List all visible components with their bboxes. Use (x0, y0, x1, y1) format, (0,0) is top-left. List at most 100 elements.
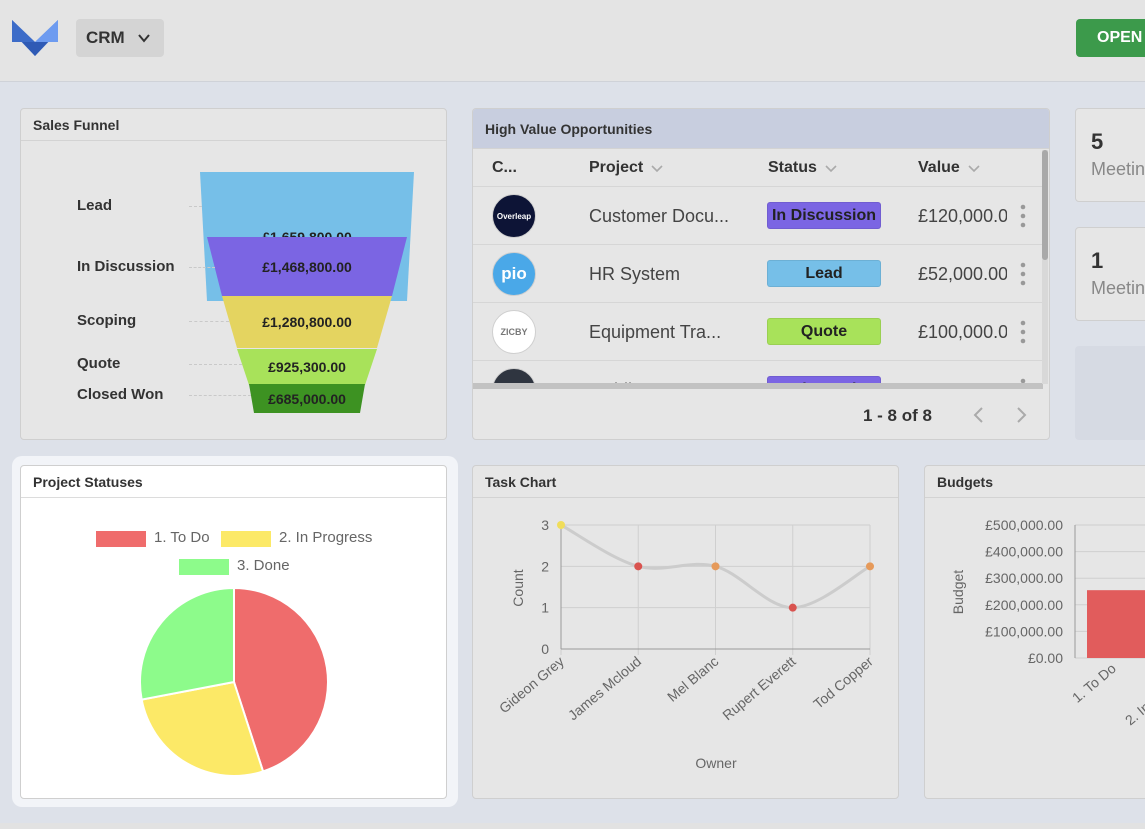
sort-chevron-icon (651, 165, 663, 173)
status-badge: In Discussion (767, 202, 881, 229)
status-badge: In Discussion (767, 376, 881, 383)
x-tick-label: Tod Copper (810, 653, 876, 712)
funnel-stage-label: In Discussion (77, 258, 175, 275)
app-logo-icon[interactable] (12, 18, 58, 58)
funnel-leader-line (189, 395, 251, 396)
company-logo-text: Overleap (496, 211, 532, 221)
y-tick-label: £300,000.00 (985, 570, 1063, 586)
project-statuses-pie-chart (139, 586, 329, 777)
y-tick-label: 3 (541, 517, 549, 533)
table-row[interactable]: Mobile AppIn Discussion£50,000.00 (473, 361, 1043, 383)
high-value-opportunities-card: High Value Opportunities C... Project St… (472, 108, 1050, 440)
column-header-status[interactable]: Status (768, 159, 837, 177)
task-line-chart: 0 1 2 3 Gideon GreyJames Mcloud Mel BlancRupe… (496, 517, 876, 771)
opportunity-value: £100,000.0 (918, 322, 1007, 342)
company-logo-text: pio (501, 264, 527, 283)
open-button[interactable]: OPEN (1076, 19, 1145, 57)
column-header-project[interactable]: Project (589, 159, 663, 177)
meetings-label: Meetings (1091, 159, 1145, 179)
funnel-stage[interactable]: £1,280,800.00 (222, 296, 392, 348)
y-tick-label: 2 (541, 558, 549, 574)
table-header: C... Project Status Value (473, 149, 1045, 187)
table-row[interactable]: pio HR System Lead £52,000.00 (473, 245, 1043, 303)
y-axis-label: Count (510, 569, 526, 606)
x-axis-label: Owner (695, 755, 737, 771)
funnel-stage-label: Lead (77, 197, 113, 214)
funnel-stage-label: Scoping (77, 312, 137, 329)
bottom-strip (0, 823, 1145, 829)
funnel-stage-label: Quote (77, 355, 121, 372)
dark-logo-icon (492, 368, 536, 383)
funnel-leader-line (189, 206, 202, 207)
y-tick-label: £100,000.00 (985, 623, 1063, 639)
task-chart-card: Task Chart 0 1 2 3 Gideon Grey James Mcloud Me… (472, 465, 899, 799)
opportunity-value: £120,000.0 (918, 206, 1007, 226)
project-name[interactable]: HR System (589, 264, 680, 285)
x-tick-label: James Mcloud (565, 653, 644, 723)
y-tick-label: £200,000.00 (985, 597, 1063, 613)
sales-funnel-card: Sales Funnel £1,659,800.00 Lead £1,468,800… (20, 108, 447, 440)
sort-chevron-icon (825, 165, 837, 173)
app-switcher-dropdown[interactable]: CRM (76, 19, 164, 57)
horizontal-scrollbar[interactable] (473, 383, 1043, 389)
overleap-logo-icon: Overleap (492, 194, 536, 238)
kebab-menu-icon[interactable] (1020, 262, 1026, 286)
kebab-menu-icon[interactable] (1020, 320, 1026, 344)
project-name[interactable]: Equipment Tra... (589, 322, 721, 343)
task-data-point[interactable] (634, 562, 643, 571)
zicby-logo-icon: ZICBY (492, 310, 536, 354)
funnel-stage[interactable]: £1,468,800.00 (207, 237, 407, 296)
funnel-stage[interactable]: £685,000.00 (249, 384, 365, 413)
x-tick-label: Mel Blanc (664, 653, 721, 705)
x-tick-label: 2. In Progress (1122, 660, 1145, 728)
budgets-card: Budgets £0.00 £100,000.00 £200,000.00 £300,… (924, 465, 1145, 799)
status-badge: Quote (767, 318, 881, 345)
pio-logo-icon: pio (492, 252, 536, 296)
column-header-value[interactable]: Value (918, 159, 980, 177)
funnel-leader-line (189, 267, 215, 268)
meetings-count: 5 (1091, 129, 1104, 154)
sort-chevron-icon (968, 165, 980, 173)
sales-funnel-title: Sales Funnel (21, 109, 446, 141)
app-name: CRM (86, 28, 125, 47)
pie-slice[interactable] (139, 586, 235, 701)
funnel-leader-line (189, 364, 242, 365)
meetings-card[interactable]: 5 Meetings (1075, 108, 1145, 202)
placeholder-card (1075, 346, 1145, 440)
project-statuses-card: Project Statuses 1. To Do 2. In Progress… (20, 465, 447, 799)
opportunity-value: £52,000.00 (918, 264, 1007, 284)
column-header-company[interactable]: C... (492, 159, 517, 177)
vertical-scrollbar-thumb[interactable] (1042, 150, 1048, 260)
funnel-leader-line (189, 321, 230, 322)
table-row[interactable]: ZICBY Equipment Tra... Quote £100,000.0 (473, 303, 1043, 361)
previous-page-icon[interactable] (971, 405, 987, 425)
opportunities-table-body: Overleap Customer Docu... In Discussion £12… (473, 187, 1043, 383)
funnel-stage[interactable]: £925,300.00 (237, 349, 377, 385)
y-tick-label: 0 (541, 641, 549, 657)
chevron-down-icon (137, 34, 150, 43)
budgets-bar-chart: £0.00 £100,000.00 £200,000.00 £300,000.00 £4… (950, 517, 1145, 728)
y-tick-label: £0.00 (1028, 650, 1063, 666)
high-value-title: High Value Opportunities (473, 109, 1049, 149)
pager-text: 1 - 8 of 8 (863, 406, 932, 425)
task-data-point[interactable] (788, 603, 797, 612)
top-bar: CRM OPEN (0, 0, 1145, 82)
table-row[interactable]: Overleap Customer Docu... In Discussion £12… (473, 187, 1043, 245)
company-logo-text: ZICBY (500, 327, 528, 337)
y-tick-label: 1 (541, 600, 549, 616)
next-page-icon[interactable] (1013, 405, 1029, 425)
x-tick-label: 1. To Do (1069, 660, 1119, 706)
meetings-card[interactable]: 1 Meetings (1075, 227, 1145, 321)
y-tick-label: £400,000.00 (985, 544, 1063, 560)
y-axis-label: Budget (950, 570, 966, 614)
kebab-menu-icon[interactable] (1020, 204, 1026, 228)
task-data-point[interactable] (557, 521, 565, 529)
y-tick-label: £500,000.00 (985, 517, 1063, 533)
funnel-stage-label: Closed Won (77, 386, 164, 403)
task-data-point[interactable] (866, 562, 874, 571)
status-badge: Lead (767, 260, 881, 287)
x-tick-label: Rupert Everett (719, 653, 799, 723)
budget-bar[interactable] (1087, 590, 1145, 658)
project-name[interactable]: Customer Docu... (589, 206, 729, 227)
task-data-point[interactable] (711, 562, 720, 571)
